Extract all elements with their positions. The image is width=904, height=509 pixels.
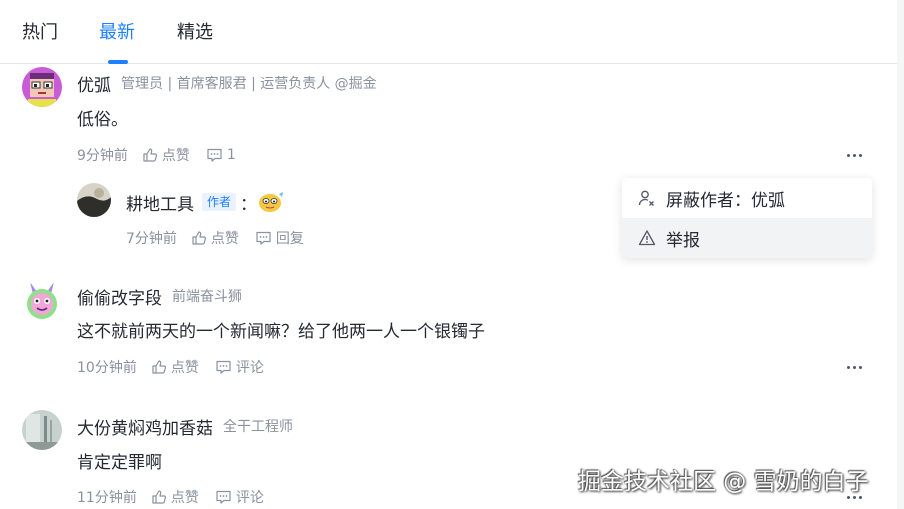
comment-icon	[216, 360, 231, 374]
user-title: 前端奋斗狮	[172, 289, 242, 305]
avatar[interactable]	[77, 183, 111, 217]
comment-label: 评论	[235, 490, 264, 506]
tab-featured[interactable]: 精选	[177, 21, 213, 45]
comment-label: 评论	[235, 360, 264, 376]
menu-item-label: 举报	[666, 230, 700, 251]
scroll-gutter	[897, 0, 904, 509]
thumbs-up-icon	[143, 148, 157, 162]
thumbs-up-icon	[152, 360, 166, 374]
username[interactable]: 偷偷改字段	[77, 284, 162, 309]
tab-latest[interactable]: 最新	[99, 21, 135, 45]
author-badge: 作者	[202, 193, 237, 211]
like-label: 点赞	[210, 231, 239, 247]
comment-actions: 11分钟前 点赞 评论	[77, 487, 280, 507]
user-title: 管理员 | 首席客服君 | 运营负责人 @掘金	[121, 76, 377, 92]
more-options-button[interactable]	[842, 357, 866, 377]
comment-time: 9分钟前	[77, 148, 128, 164]
menu-item-label: 屏蔽作者：优弧	[666, 190, 785, 211]
reply-header: 耕地工具 作者 ：	[126, 190, 285, 215]
reply-colon: ：	[240, 194, 258, 215]
comment-header: 大份黄焖鸡加香菇 全干工程师	[77, 414, 293, 439]
avatar-image	[22, 67, 62, 107]
comment-actions: 9分钟前 点赞 1	[77, 145, 252, 165]
like-label: 点赞	[170, 490, 199, 506]
comment-icon	[256, 231, 271, 245]
comment-header: 偷偷改字段 前端奋斗狮	[77, 284, 242, 309]
comment-button[interactable]: 评论	[215, 487, 264, 507]
more-options-menu: 屏蔽作者：优弧 举报	[622, 178, 872, 258]
comment-icon	[216, 490, 231, 504]
like-button[interactable]: 点赞	[191, 228, 239, 248]
avatar-image	[22, 280, 62, 320]
like-button[interactable]: 点赞	[151, 357, 199, 377]
comment-count-button[interactable]: 1	[206, 147, 236, 163]
thumbs-up-icon	[152, 490, 166, 504]
like-label: 点赞	[170, 360, 199, 376]
username[interactable]: 耕地工具	[126, 190, 194, 215]
avatar[interactable]	[22, 280, 62, 320]
comment-header: 优弧 管理员 | 首席客服君 | 运营负责人 @掘金	[77, 71, 377, 96]
like-label: 点赞	[161, 148, 190, 164]
reply-actions: 7分钟前 点赞 回复	[126, 228, 320, 248]
comment-content: 肯定定罪啊	[77, 453, 162, 473]
avatar-image	[22, 410, 62, 450]
menu-item-report[interactable]: 举报	[622, 218, 872, 258]
active-tab-indicator	[108, 60, 128, 64]
block-user-icon	[638, 190, 654, 206]
emoji-sticker-icon	[259, 192, 284, 212]
avatar-image	[77, 183, 111, 217]
comment-content: 低俗。	[77, 110, 128, 130]
comment-time: 10分钟前	[77, 360, 137, 376]
reply-time: 7分钟前	[126, 231, 177, 247]
comment-count: 1	[226, 147, 236, 163]
watermark: 掘金技术社区 @ 雪奶的白子	[578, 469, 869, 495]
comment-icon	[207, 148, 222, 162]
comment-time: 11分钟前	[77, 490, 137, 506]
comment-button[interactable]: 评论	[215, 357, 264, 377]
username[interactable]: 大份黄焖鸡加香菇	[77, 414, 213, 439]
warning-icon	[638, 230, 656, 246]
user-title: 全干工程师	[223, 419, 293, 435]
reply-button[interactable]: 回复	[255, 228, 304, 248]
thumbs-up-icon	[192, 231, 206, 245]
avatar[interactable]	[22, 410, 62, 450]
like-button[interactable]: 点赞	[142, 145, 190, 165]
comment-actions: 10分钟前 点赞 评论	[77, 357, 280, 377]
like-button[interactable]: 点赞	[151, 487, 199, 507]
more-options-button[interactable]	[842, 145, 866, 165]
comment-content: 这不就前两天的一个新闻嘛？给了他两一人一个银镯子	[77, 322, 485, 342]
avatar[interactable]	[22, 67, 62, 107]
menu-item-block-author[interactable]: 屏蔽作者：优弧	[622, 178, 872, 218]
tab-hot[interactable]: 热门	[22, 21, 58, 45]
username[interactable]: 优弧	[77, 71, 111, 96]
reply-label: 回复	[275, 231, 304, 247]
comment-tabs: 热门 最新 精选	[0, 0, 897, 64]
